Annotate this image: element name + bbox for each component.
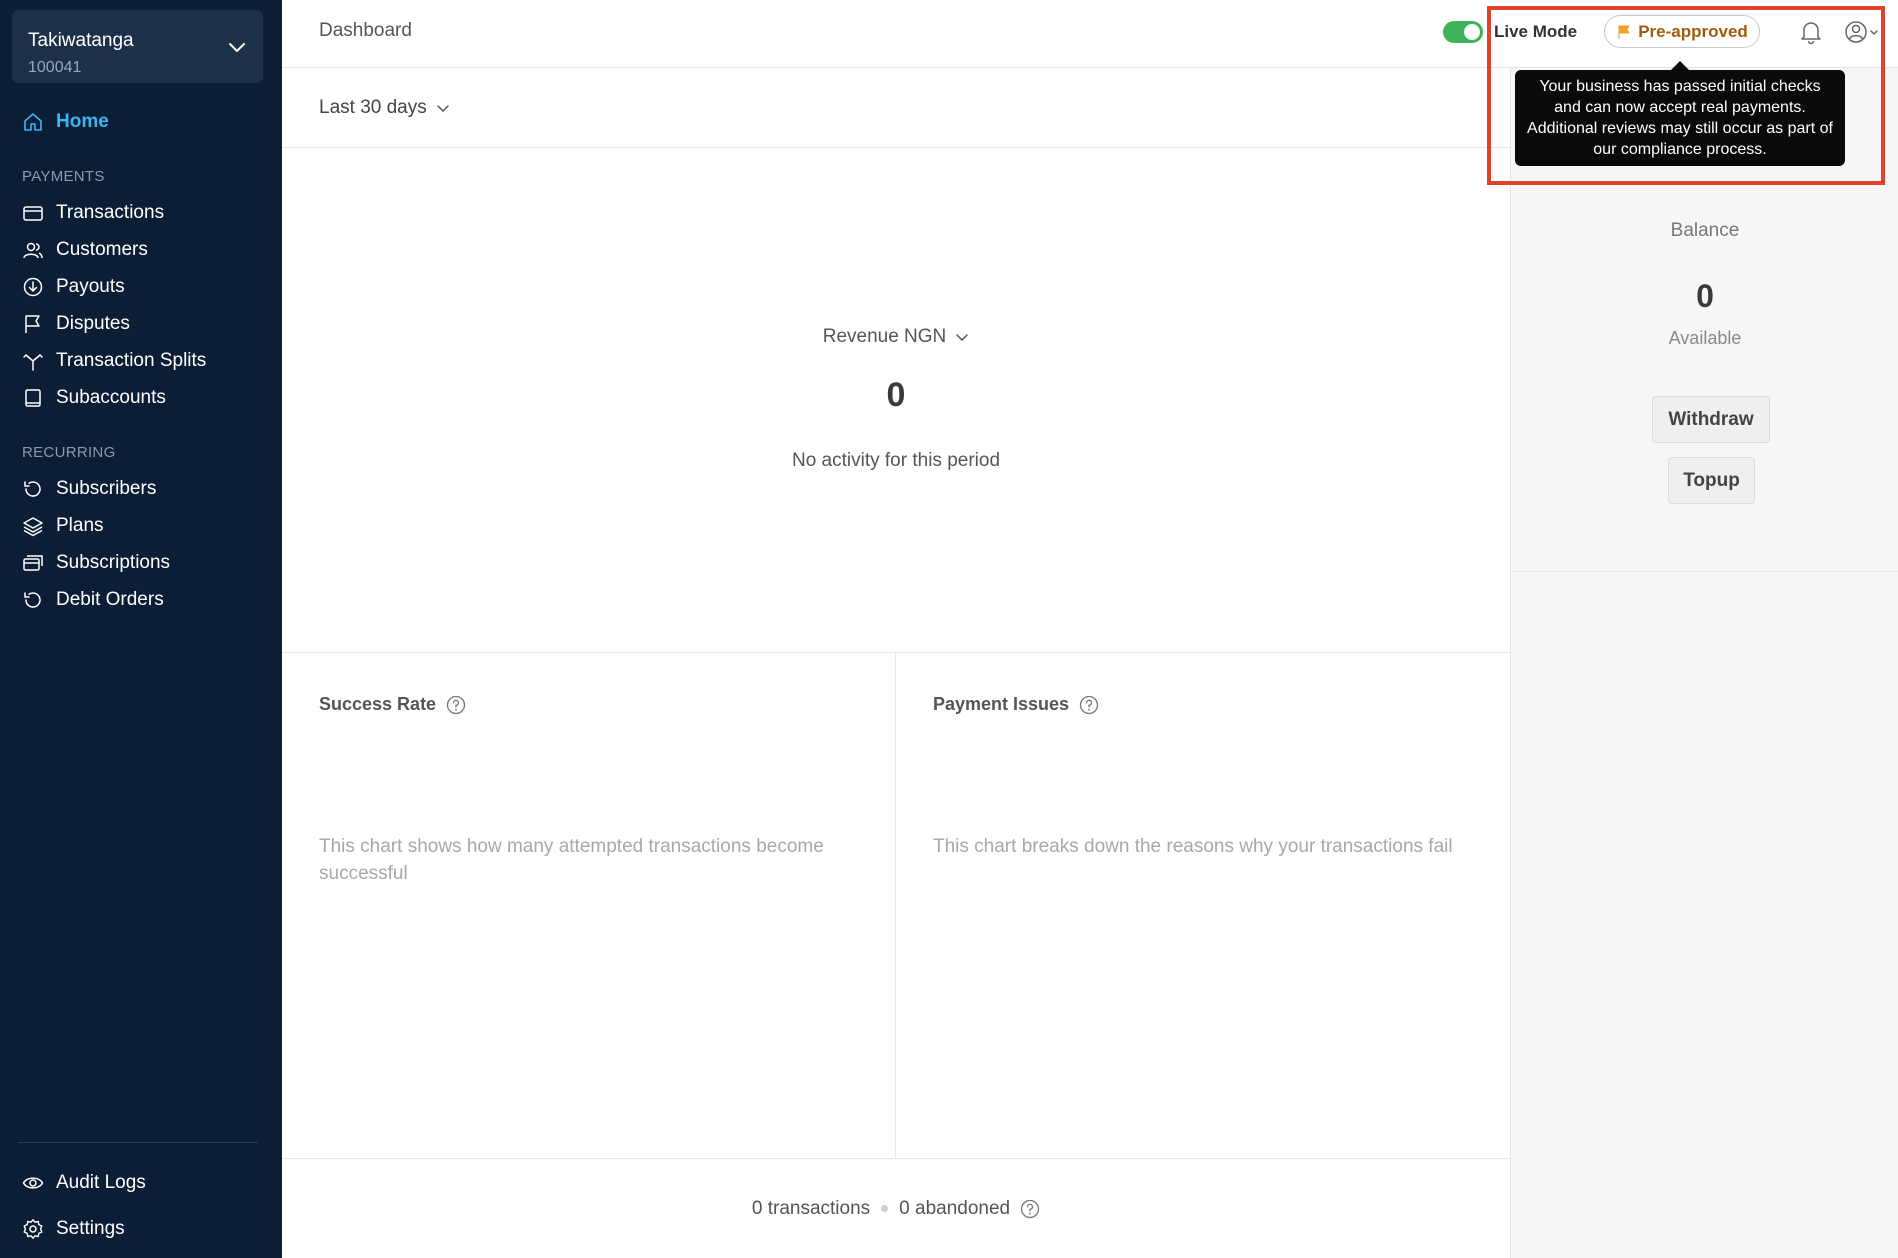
book-icon [22, 387, 44, 409]
payments-section-label: PAYMENTS [22, 168, 105, 185]
cards-stack-icon [22, 552, 44, 574]
help-icon[interactable] [1020, 1199, 1040, 1219]
sidebar-item-transactions[interactable]: Transactions [22, 198, 164, 228]
sidebar-item-subscribers[interactable]: Subscribers [22, 474, 156, 504]
refresh-icon [22, 589, 44, 611]
sidebar-item-label: Plans [56, 515, 104, 536]
abandoned-count: 0 abandoned [899, 1197, 1011, 1219]
top-bar: Dashboard Live Mode Pre-approved [282, 0, 1898, 68]
pre-approved-badge[interactable]: Pre-approved [1604, 15, 1760, 48]
balance-title: Balance [1670, 220, 1740, 241]
sidebar-divider [18, 1142, 258, 1143]
period-selector[interactable]: Last 30 days [319, 97, 450, 119]
right-column-background [1510, 572, 1898, 1258]
business-id: 100041 [28, 59, 82, 76]
user-avatar-icon[interactable] [1842, 18, 1882, 46]
panel-description: This chart shows how many attempted tran… [319, 836, 824, 884]
sidebar-item-label: Home [56, 111, 109, 132]
arrow-down-circle-icon [22, 276, 44, 298]
status-badge-label: Pre-approved [1638, 21, 1748, 41]
sidebar-item-payouts[interactable]: Payouts [22, 272, 125, 302]
live-mode-label: Live Mode [1494, 22, 1578, 41]
sidebar-item-label: Payouts [56, 276, 125, 297]
success-rate-panel: Success Rate This chart shows how many a… [282, 653, 896, 1159]
sidebar: Takiwatanga 100041 Home PAYMENTS Transac… [0, 0, 282, 1258]
help-icon[interactable] [1079, 695, 1099, 715]
payment-issues-title-row: Payment Issues [933, 694, 1099, 715]
sidebar-item-audit-logs[interactable]: Audit Logs [22, 1168, 146, 1198]
balance-available-label: Available [1668, 328, 1742, 348]
sidebar-item-label: Transaction Splits [56, 350, 207, 371]
help-icon[interactable] [446, 695, 466, 715]
revenue-value: 0 [886, 376, 906, 414]
sidebar-item-label: Disputes [56, 313, 130, 334]
balance-value: 0 [1696, 278, 1714, 314]
transactions-count: 0 transactions [751, 1197, 871, 1219]
separator-dot [881, 1205, 889, 1212]
users-icon [22, 239, 44, 261]
revenue-currency-selector[interactable]: Revenue NGN [282, 326, 1510, 348]
chevron-down-icon [437, 105, 449, 113]
payment-issues-panel: Payment Issues This chart breaks down th… [896, 653, 1510, 1159]
revenue-section: Revenue NGN 0 No activity for this perio… [282, 148, 1510, 653]
sidebar-item-label: Settings [56, 1218, 125, 1239]
sidebar-item-settings[interactable]: Settings [22, 1214, 125, 1244]
live-mode-toggle[interactable] [1443, 21, 1483, 43]
sidebar-item-label: Subaccounts [56, 387, 166, 408]
business-name: Takiwatanga [28, 30, 134, 51]
sidebar-item-customers[interactable]: Customers [22, 235, 148, 265]
withdraw-button[interactable]: Withdraw [1652, 396, 1770, 443]
panel-title: Success Rate [319, 694, 437, 714]
sidebar-item-label: Transactions [56, 202, 165, 223]
sidebar-item-debit-orders[interactable]: Debit Orders [22, 585, 164, 615]
gear-icon [22, 1218, 44, 1240]
page-title: Dashboard [319, 20, 412, 41]
flag-icon [22, 313, 44, 335]
chevron-down-icon [229, 43, 245, 52]
sidebar-item-label: Audit Logs [56, 1172, 146, 1193]
sidebar-item-disputes[interactable]: Disputes [22, 309, 130, 339]
eye-icon [22, 1172, 44, 1194]
sidebar-item-subaccounts[interactable]: Subaccounts [22, 383, 166, 413]
chevron-down-icon [956, 334, 969, 342]
transaction-stats: 0 transactions 0 abandoned [282, 1159, 1510, 1258]
business-switcher[interactable]: Takiwatanga 100041 [12, 10, 263, 83]
sidebar-item-label: Subscriptions [56, 552, 171, 573]
sidebar-item-transaction-splits[interactable]: Transaction Splits [22, 346, 206, 376]
sidebar-item-subscriptions[interactable]: Subscriptions [22, 548, 170, 578]
sidebar-item-label: Debit Orders [56, 589, 164, 610]
sidebar-item-label: Subscribers [56, 478, 157, 499]
refresh-icon [22, 478, 44, 500]
bell-icon[interactable] [1798, 19, 1824, 45]
topup-button[interactable]: Topup [1668, 457, 1755, 504]
sidebar-item-plans[interactable]: Plans [22, 511, 104, 541]
card-icon [22, 202, 44, 224]
panel-description: This chart breaks down the reasons why y… [933, 836, 1453, 857]
period-label: Last 30 days [319, 97, 427, 118]
revenue-selector-label: Revenue NGN [822, 326, 947, 347]
panel-title: Payment Issues [933, 694, 1070, 714]
filter-row: Last 30 days [282, 68, 1510, 148]
sidebar-item-label: Customers [56, 239, 148, 260]
sidebar-item-home[interactable]: Home [22, 107, 109, 137]
home-icon [22, 111, 44, 133]
recurring-section-label: RECURRING [22, 444, 116, 461]
layers-icon [22, 515, 44, 537]
revenue-empty-message: No activity for this period [791, 450, 1001, 471]
split-icon [22, 350, 44, 372]
success-rate-title-row: Success Rate [319, 694, 466, 715]
pre-approved-tooltip: Your business has passed initial checks … [1515, 61, 1845, 166]
flag-icon [1618, 25, 1630, 39]
